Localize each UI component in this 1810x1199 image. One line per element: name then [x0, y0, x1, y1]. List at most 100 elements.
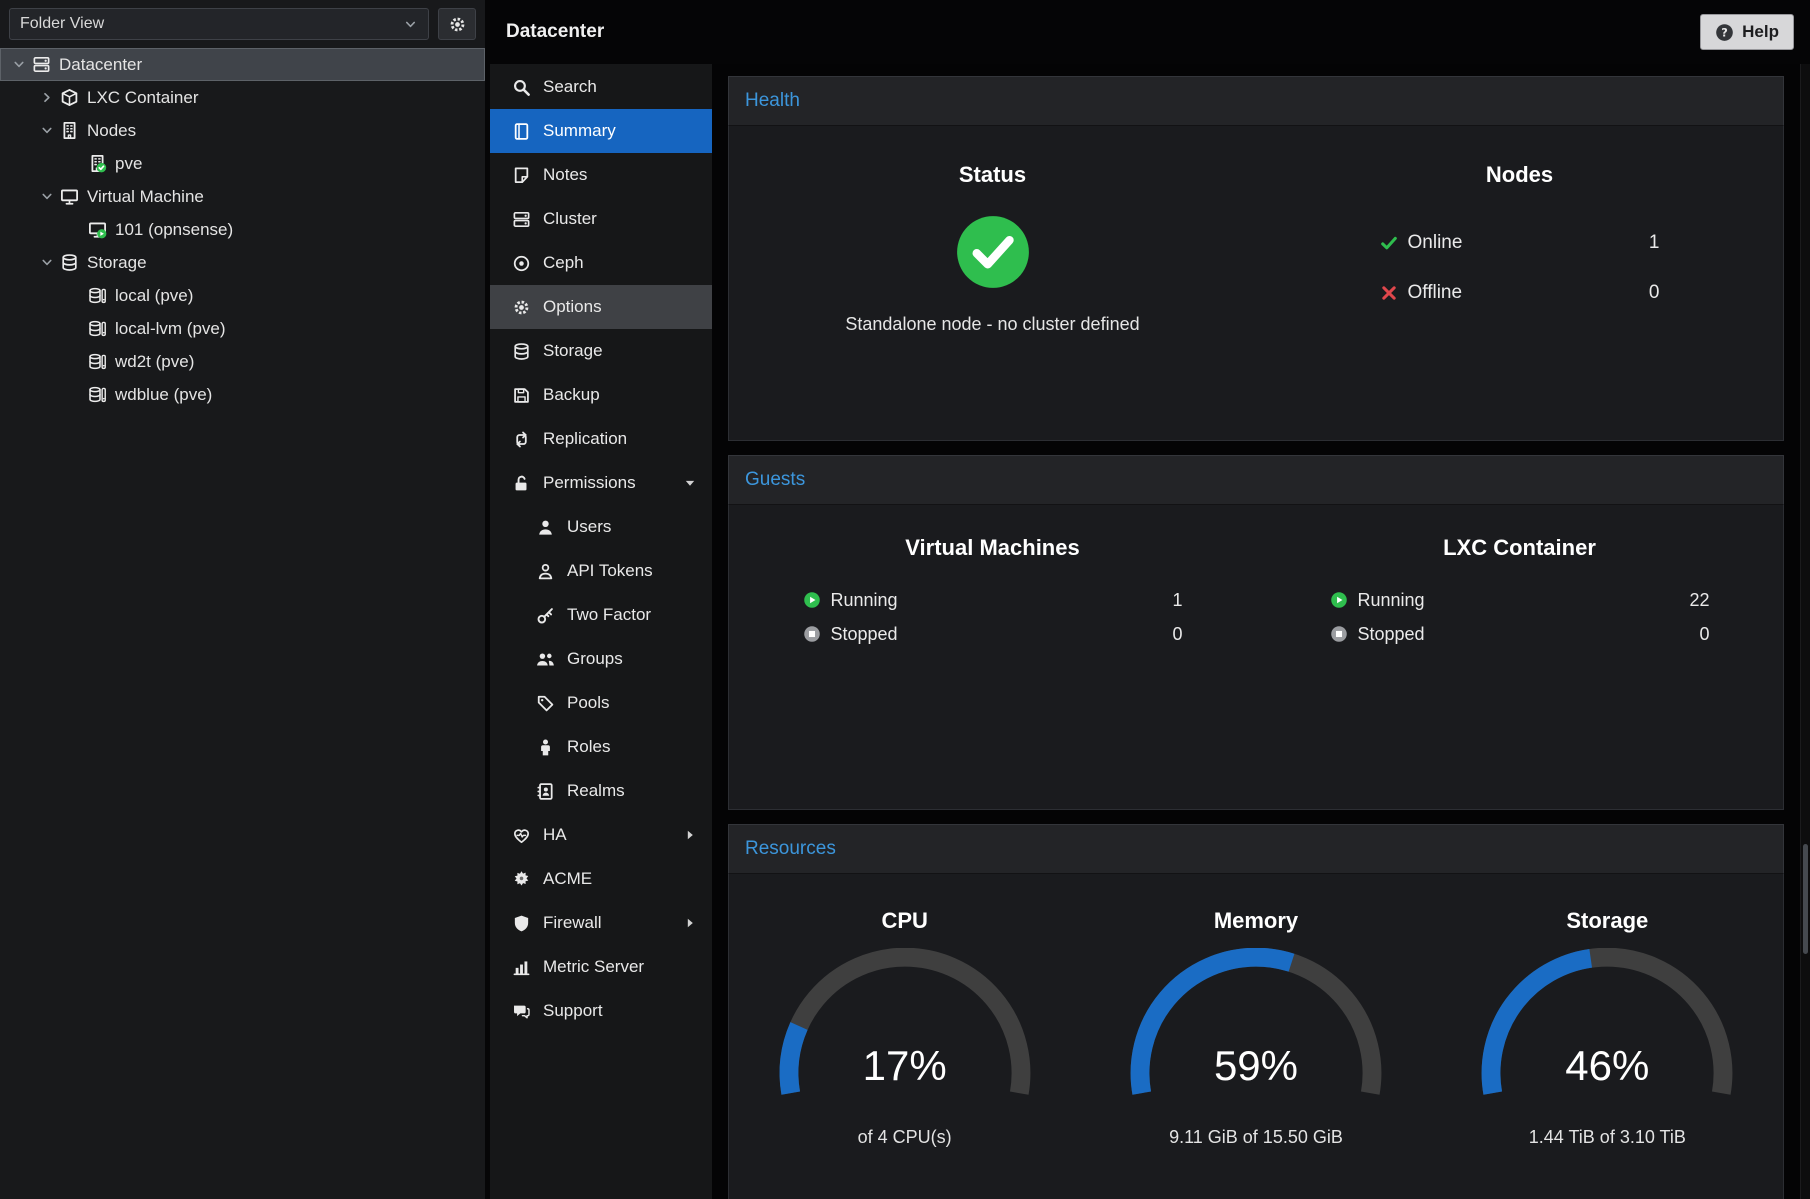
status-label: Running	[1358, 590, 1680, 611]
play-circle-icon	[1330, 591, 1348, 609]
tree-item-101-opnsense[interactable]: 101 (opnsense)	[0, 213, 485, 246]
menu-item-two-factor[interactable]: Two Factor	[490, 593, 712, 637]
menu-item-roles[interactable]: Roles	[490, 725, 712, 769]
expander-spacer	[64, 354, 86, 369]
status-title: Status	[729, 162, 1256, 188]
tree-item-storage[interactable]: Storage	[0, 246, 485, 279]
database-icon	[60, 253, 79, 272]
expander-spacer	[64, 321, 86, 336]
menu-item-cluster[interactable]: Cluster	[490, 197, 712, 241]
resource-tree-panel: Folder View Datacenter LXC Container Nodes…	[0, 0, 490, 1199]
chevron-right-icon[interactable]	[36, 90, 58, 105]
tree-item-wdblue-pve[interactable]: wdblue (pve)	[0, 378, 485, 411]
health-header: Health	[728, 76, 1784, 126]
menu-item-support[interactable]: Support	[490, 989, 712, 1033]
caret-down-icon	[683, 476, 697, 490]
guests-section: Guests Virtual MachinesRunning1Stopped0L…	[728, 455, 1784, 810]
menu-item-ceph[interactable]: Ceph	[490, 241, 712, 285]
person-icon	[536, 738, 555, 757]
status-value: 0	[1153, 624, 1183, 645]
menu-item-firewall[interactable]: Firewall	[490, 901, 712, 945]
tree-item-pve[interactable]: pve	[0, 147, 485, 180]
menu-item-pools[interactable]: Pools	[490, 681, 712, 725]
help-button[interactable]: ? Help	[1700, 14, 1794, 50]
user-icon	[536, 518, 555, 537]
bar-chart-icon	[512, 958, 531, 977]
menu-item-label: Metric Server	[543, 957, 644, 977]
tree-item-lxc-container[interactable]: LXC Container	[0, 81, 485, 114]
status-value: 1	[1153, 590, 1183, 611]
chevron-down-icon[interactable]	[8, 57, 30, 72]
menu-item-acme[interactable]: ACME	[490, 857, 712, 901]
svg-text:?: ?	[1721, 26, 1728, 39]
status-row-offline: Offline0	[1380, 268, 1660, 318]
menu-item-label: Groups	[567, 649, 623, 669]
menu-item-ha[interactable]: HA	[490, 813, 712, 857]
scrollbar-thumb[interactable]	[1803, 844, 1808, 954]
menu-item-search[interactable]: Search	[490, 65, 712, 109]
menu-item-label: Roles	[567, 737, 610, 757]
menu-item-notes[interactable]: Notes	[490, 153, 712, 197]
tree-item-local-pve[interactable]: local (pve)	[0, 279, 485, 312]
resources-title: Resources	[745, 838, 836, 860]
content-scrollbar[interactable]	[1800, 64, 1810, 1199]
menu-item-backup[interactable]: Backup	[490, 373, 712, 417]
status-value: 0	[1680, 624, 1710, 645]
status-label: Online	[1408, 232, 1630, 254]
gauge-caption: of 4 CPU(s)	[729, 1127, 1080, 1148]
guests-column-title: Virtual Machines	[729, 535, 1256, 561]
menu-item-label: Firewall	[543, 913, 602, 933]
view-mode-select[interactable]: Folder View	[9, 8, 429, 40]
cube-icon	[60, 88, 79, 107]
guests-rows: Running22Stopped0	[1330, 583, 1710, 651]
gauge-title: Storage	[1432, 908, 1783, 934]
tree-settings-button[interactable]	[438, 8, 476, 40]
database-icon	[512, 342, 531, 361]
menu-item-realms[interactable]: Realms	[490, 769, 712, 813]
right-region: Datacenter ? Help SearchSummaryNotesClus…	[490, 0, 1810, 1199]
status-message: Standalone node - no cluster defined	[729, 314, 1256, 335]
menu-item-api-tokens[interactable]: API Tokens	[490, 549, 712, 593]
menu-item-summary[interactable]: Summary	[490, 109, 712, 153]
tree-item-datacenter[interactable]: Datacenter	[0, 48, 485, 81]
status-label: Offline	[1408, 282, 1630, 304]
menu-item-metric-server[interactable]: Metric Server	[490, 945, 712, 989]
storage-disk-icon	[88, 385, 107, 404]
tree-item-local-lvm-pve[interactable]: local-lvm (pve)	[0, 312, 485, 345]
content-area: Health Status Standalone node - no clust…	[712, 64, 1810, 1199]
gauge-value: 17%	[760, 1042, 1050, 1090]
menu-item-permissions[interactable]: Permissions	[490, 461, 712, 505]
tree-item-nodes[interactable]: Nodes	[0, 114, 485, 147]
tree-item-virtual-machine[interactable]: Virtual Machine	[0, 180, 485, 213]
status-label: Running	[831, 590, 1153, 611]
play-circle-icon	[803, 591, 821, 609]
view-mode-value: Folder View	[20, 15, 104, 33]
chevron-down-icon[interactable]	[36, 189, 58, 204]
question-circle-icon: ?	[1715, 23, 1734, 42]
stop-circle-icon	[803, 625, 821, 643]
storage-disk-icon	[88, 352, 107, 371]
guests-body: Virtual MachinesRunning1Stopped0LXC Cont…	[728, 505, 1784, 810]
menu-item-users[interactable]: Users	[490, 505, 712, 549]
chevron-down-icon[interactable]	[36, 255, 58, 270]
expander-spacer	[64, 288, 86, 303]
menu-item-groups[interactable]: Groups	[490, 637, 712, 681]
tree-item-label: LXC Container	[87, 88, 199, 108]
menu-item-label: Users	[567, 517, 611, 537]
certificate-icon	[512, 870, 531, 889]
tree-item-label: Nodes	[87, 121, 136, 141]
status-row-running: Running22	[1330, 583, 1710, 617]
chevron-down-icon[interactable]	[36, 123, 58, 138]
nodes-rows: Online1Offline0	[1380, 218, 1660, 318]
status-value: 22	[1680, 590, 1710, 611]
tree-item-label: 101 (opnsense)	[115, 220, 233, 240]
menu-item-storage[interactable]: Storage	[490, 329, 712, 373]
health-body: Status Standalone node - no cluster defi…	[728, 126, 1784, 441]
menu-item-label: Storage	[543, 341, 603, 361]
menu-item-replication[interactable]: Replication	[490, 417, 712, 461]
tree-item-wd2t-pve[interactable]: wd2t (pve)	[0, 345, 485, 378]
guests-title: Guests	[745, 469, 805, 491]
menu-item-options[interactable]: Options	[490, 285, 712, 329]
gauge: 59%	[1111, 948, 1401, 1111]
nodes-title: Nodes	[1256, 162, 1783, 188]
